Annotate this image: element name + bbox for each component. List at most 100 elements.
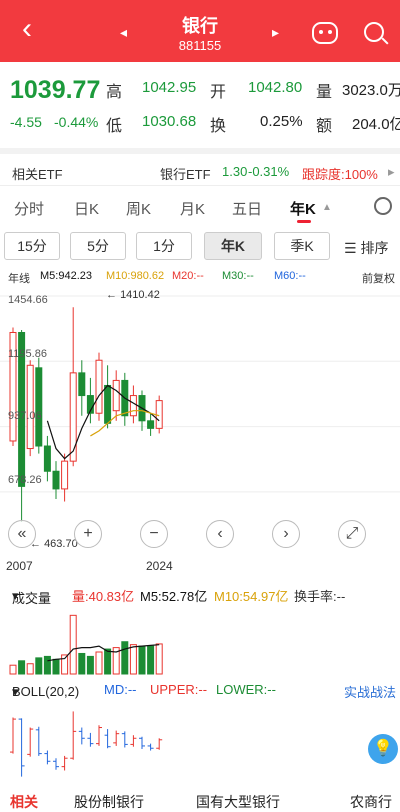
boll-upper: UPPER:-- bbox=[150, 682, 208, 697]
etf-name: 银行ETF bbox=[160, 167, 211, 182]
gear-icon[interactable] bbox=[374, 197, 392, 215]
candle-body-16 bbox=[147, 420, 155, 429]
candle-body-7 bbox=[69, 372, 77, 462]
related-label: 相关 bbox=[10, 794, 38, 810]
volume-bar-0 bbox=[9, 664, 17, 675]
x-label-end: 2024 bbox=[146, 559, 173, 573]
etf-arrow-icon: ▸ bbox=[388, 164, 395, 179]
y-label-3: 937.06 bbox=[8, 410, 42, 422]
volume-bar-2 bbox=[26, 663, 34, 675]
open-label: 开 bbox=[210, 84, 227, 101]
etf-pct: -0.31% bbox=[248, 164, 290, 179]
kline-svg bbox=[0, 295, 400, 522]
related-rural-banks[interactable]: 农商行 bbox=[350, 792, 392, 812]
strategy-link[interactable]: 实战战法 bbox=[344, 682, 396, 701]
boll-label: BOLL(20,2) bbox=[12, 684, 80, 699]
ma-period-label: 年线 bbox=[8, 273, 30, 285]
low-annotation: ← 463.70 bbox=[30, 538, 78, 550]
ma-legend: 年线 M5:942.23 M10:980.62 M20:-- M30:-- M6… bbox=[0, 268, 400, 286]
related-jointstock-banks[interactable]: 股份制银行 bbox=[74, 792, 144, 812]
volume-bar-5 bbox=[52, 658, 60, 675]
fullscreen-icon[interactable]: ⤢ bbox=[338, 520, 366, 548]
related-state-banks[interactable]: 国有大型银行 bbox=[196, 792, 280, 812]
search-icon[interactable] bbox=[364, 22, 384, 42]
related-etf-row[interactable]: 相关ETF 银行ETF 1.30 -0.31% 跟踪度:100% ▸ bbox=[0, 148, 400, 186]
btn-quarterly-k[interactable]: 季K bbox=[274, 232, 330, 260]
sort-button[interactable]: ☰ 排序 bbox=[344, 238, 388, 258]
stock-title: 银行 bbox=[182, 16, 218, 36]
tab-monthly-k[interactable]: 月K bbox=[180, 198, 205, 219]
btn-yearly-k[interactable]: 年K bbox=[204, 232, 262, 260]
tab-daily-k[interactable]: 日K bbox=[74, 198, 99, 219]
sub-period-bar: 15分 5分 1分 年K 季K ☰ 排序 bbox=[0, 228, 400, 264]
volume-bar-10 bbox=[95, 651, 103, 675]
adjust-label[interactable]: 前复权 bbox=[362, 270, 395, 286]
candle-body-3 bbox=[35, 367, 43, 447]
candle-body-2 bbox=[26, 364, 34, 450]
btn-5min[interactable]: 5分 bbox=[70, 232, 126, 260]
ma5-value: M5:942.23 bbox=[40, 270, 92, 282]
boll-chart[interactable] bbox=[0, 700, 400, 788]
x-axis-labels: 2007 2024 bbox=[0, 559, 400, 577]
tab-intraday[interactable]: 分时 bbox=[14, 198, 44, 219]
low-value: 1030.68 bbox=[142, 113, 197, 130]
y-label-top: 1454.66 bbox=[8, 294, 48, 306]
etf-price: 1.30 bbox=[222, 164, 248, 179]
boll-header: BOLL(20,2) ▾ MD:-- UPPER:-- LOWER:-- 实战战… bbox=[0, 680, 400, 700]
amount-value: 204.0亿 bbox=[352, 116, 400, 133]
candle-body-5 bbox=[52, 470, 60, 490]
btn-1min[interactable]: 1分 bbox=[136, 232, 192, 260]
volume-label: 量 bbox=[316, 84, 333, 101]
ma20-value: M20:-- bbox=[172, 270, 204, 282]
zoom-in-icon[interactable]: + bbox=[74, 520, 102, 548]
volume-bar-15 bbox=[138, 645, 146, 675]
related-tabs: 相关 股份制银行 国有大型银行 农商行 bbox=[0, 790, 400, 812]
zoom-out-icon[interactable]: − bbox=[140, 520, 168, 548]
open-value: 1042.80 bbox=[248, 79, 303, 96]
kline-chart[interactable]: 1454.66 1195.86 937.06 678.26 ← 1410.42 … bbox=[0, 288, 400, 558]
high-label: 高 bbox=[106, 84, 123, 101]
volume-bar-4 bbox=[43, 655, 51, 675]
rewind-icon[interactable]: « bbox=[8, 520, 36, 548]
etf-track: 跟踪度:100% bbox=[302, 167, 378, 182]
candle-body-12 bbox=[112, 379, 120, 412]
volume-bar-13 bbox=[121, 641, 129, 675]
volume-bar-3 bbox=[35, 657, 43, 675]
volume-m5: M5:52.78亿 bbox=[140, 589, 208, 604]
etf-label: 相关ETF bbox=[12, 167, 63, 182]
turnover-label: 换 bbox=[210, 118, 227, 135]
btn-15min[interactable]: 15分 bbox=[4, 232, 60, 260]
x-label-start: 2007 bbox=[6, 559, 33, 573]
boll-caret-icon: ▾ bbox=[12, 684, 19, 699]
scroll-left-icon[interactable]: ‹ bbox=[206, 520, 234, 548]
volume-bar-1 bbox=[18, 660, 26, 675]
robot-icon[interactable] bbox=[312, 22, 338, 44]
boll-lower: LOWER:-- bbox=[216, 682, 276, 697]
ma60-value: M60:-- bbox=[274, 270, 306, 282]
candle-body-10 bbox=[95, 359, 103, 414]
tab-five-day[interactable]: 五日 bbox=[232, 198, 262, 219]
y-label-4: 678.26 bbox=[8, 474, 42, 486]
high-annotation: ← 1410.42 bbox=[106, 289, 160, 301]
scroll-right-icon[interactable]: › bbox=[272, 520, 300, 548]
volume-m10: M10:54.97亿 bbox=[214, 589, 289, 604]
high-value: 1042.95 bbox=[142, 79, 197, 96]
price-change-pct: -0.44% bbox=[54, 114, 99, 130]
candle-body-8 bbox=[78, 372, 86, 397]
period-tabs: 分时 日K 周K 月K 五日 年K ▲ bbox=[0, 188, 400, 224]
boll-md: MD:-- bbox=[104, 682, 137, 697]
tab-yearly-k[interactable]: 年K bbox=[290, 198, 316, 219]
price-change: -4.55 bbox=[10, 114, 42, 130]
volume-bar-16 bbox=[147, 645, 155, 675]
next-stock-icon[interactable]: ▸ bbox=[272, 24, 279, 41]
stock-code: 881155 bbox=[178, 38, 222, 53]
candle-body-11 bbox=[104, 384, 112, 424]
volume-caret-icon: ▾ bbox=[12, 588, 19, 603]
candle-body-6 bbox=[61, 460, 69, 490]
high-annotation-value: 1410.42 bbox=[120, 289, 160, 301]
lightbulb-icon[interactable]: 💡 bbox=[368, 734, 398, 764]
volume-turnover: 换手率:-- bbox=[294, 589, 346, 604]
tab-caret-icon[interactable]: ▲ bbox=[322, 202, 332, 213]
volume-chart[interactable] bbox=[0, 604, 400, 676]
tab-weekly-k[interactable]: 周K bbox=[126, 198, 151, 219]
